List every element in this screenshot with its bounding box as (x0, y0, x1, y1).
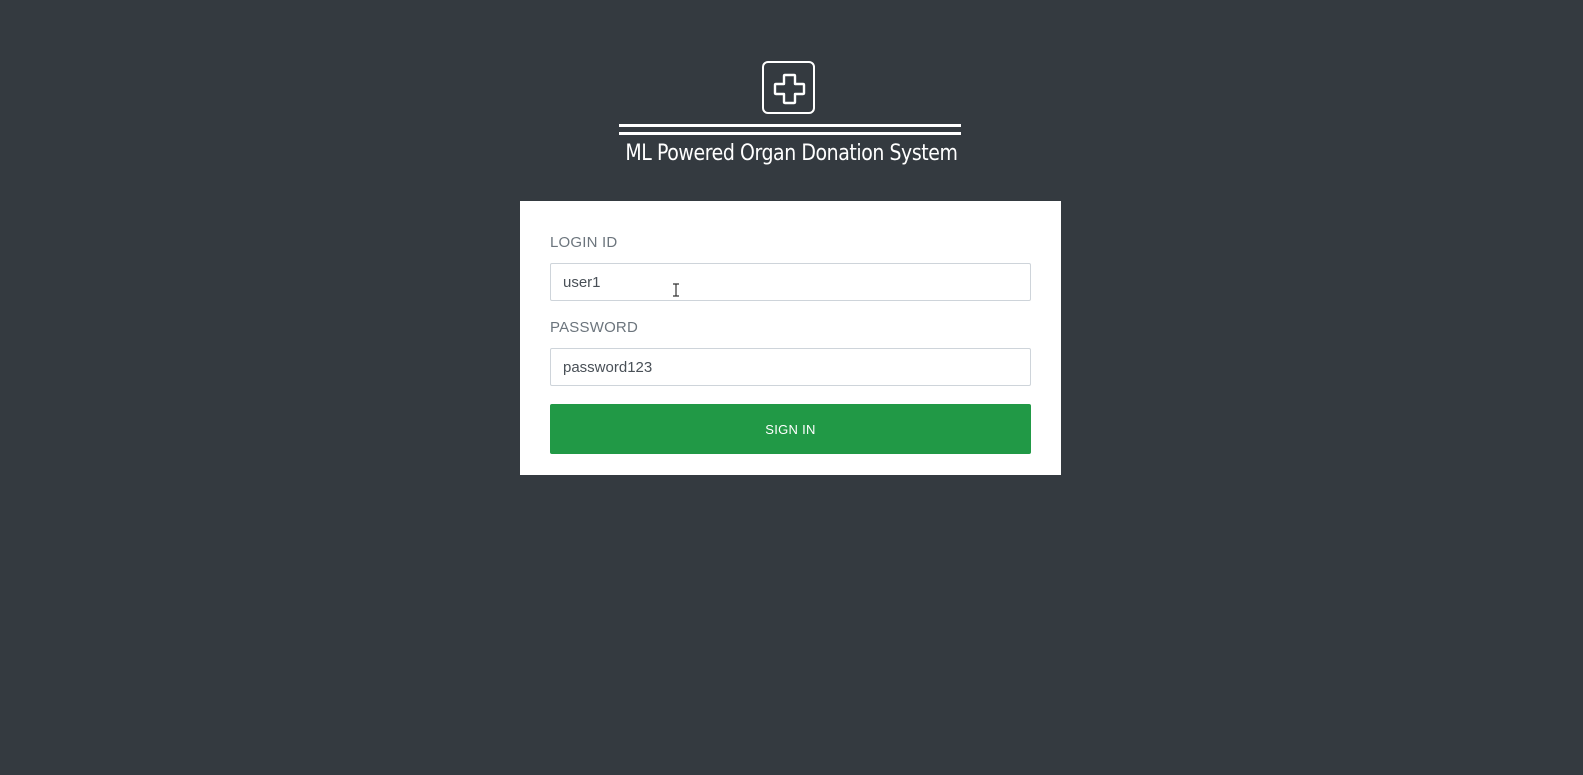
login-id-label: LOGIN ID (550, 234, 618, 251)
sign-in-button[interactable]: SIGN IN (550, 404, 1031, 454)
brand-header: ML Powered Organ Donation System (0, 0, 1583, 190)
login-page: ML Powered Organ Donation System LOGIN I… (0, 0, 1583, 775)
medical-cross-icon (762, 61, 815, 114)
password-label: PASSWORD (550, 319, 638, 336)
login-card: LOGIN ID PASSWORD SIGN IN (520, 201, 1061, 475)
login-id-input[interactable] (550, 263, 1031, 301)
text-cursor-icon (673, 283, 679, 297)
password-input[interactable] (550, 348, 1031, 386)
brand-divider-bottom (619, 132, 961, 135)
brand-divider-top (619, 124, 961, 127)
app-title: ML Powered Organ Donation System (625, 141, 958, 166)
